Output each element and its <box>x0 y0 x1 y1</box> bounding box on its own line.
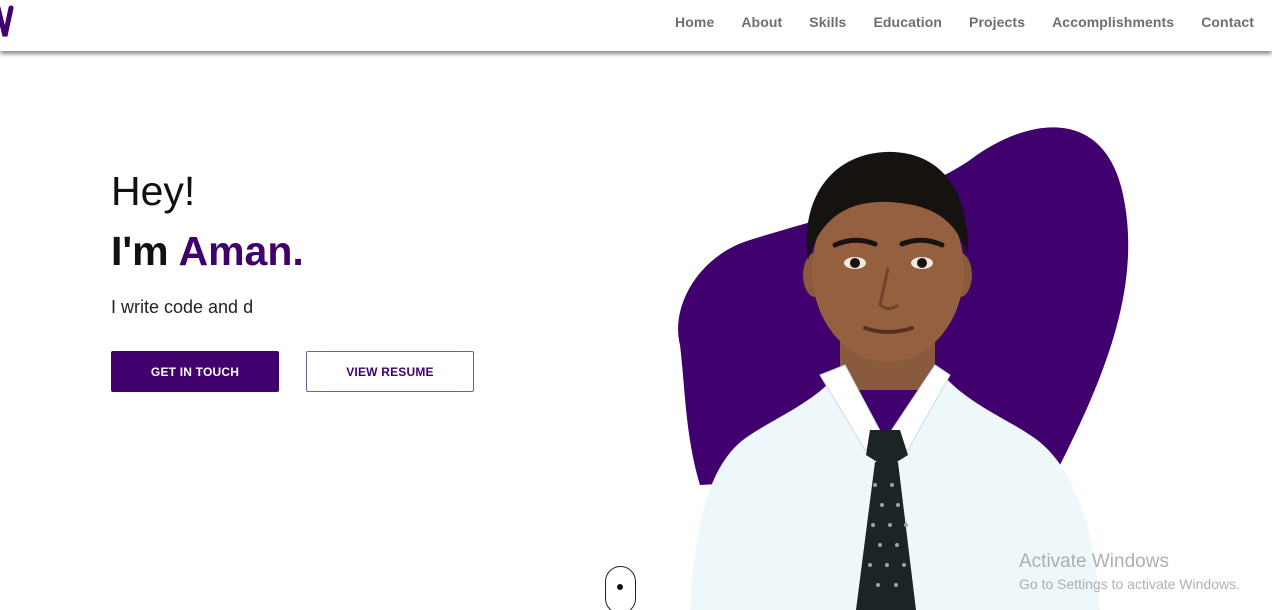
watermark-title: Activate Windows <box>1019 551 1169 572</box>
scroll-wheel-dot <box>617 584 623 590</box>
get-in-touch-button[interactable]: GET IN TOUCH <box>111 351 279 392</box>
view-resume-button[interactable]: VIEW RESUME <box>306 351 474 392</box>
hero-greeting: Hey! <box>111 168 196 214</box>
nav-about[interactable]: About <box>741 14 782 30</box>
page: Home About Skills Education Projects Acc… <box>0 0 1272 610</box>
nav-skills[interactable]: Skills <box>809 14 846 30</box>
profile-photo <box>690 151 1100 610</box>
site-header: Home About Skills Education Projects Acc… <box>0 0 1272 51</box>
scroll-mouse-icon[interactable] <box>605 566 636 610</box>
hero-typed-text: I write code and d <box>111 297 254 317</box>
windows-activation-watermark: Activate Windows Go to Settings to activ… <box>1019 551 1240 592</box>
main-nav: Home About Skills Education Projects Acc… <box>675 0 1254 44</box>
nav-home[interactable]: Home <box>675 14 714 30</box>
nav-accomplishments[interactable]: Accomplishments <box>1052 14 1174 30</box>
logo-mark-icon[interactable] <box>0 2 14 42</box>
hero-name: Aman. <box>178 228 304 274</box>
hero-intro: I'm Aman. <box>111 228 304 275</box>
nav-contact[interactable]: Contact <box>1201 14 1254 30</box>
watermark-subtitle: Go to Settings to activate Windows. <box>1019 576 1240 592</box>
hero-intro-prefix: I'm <box>111 228 169 274</box>
nav-education[interactable]: Education <box>873 14 942 30</box>
nav-projects[interactable]: Projects <box>969 14 1025 30</box>
